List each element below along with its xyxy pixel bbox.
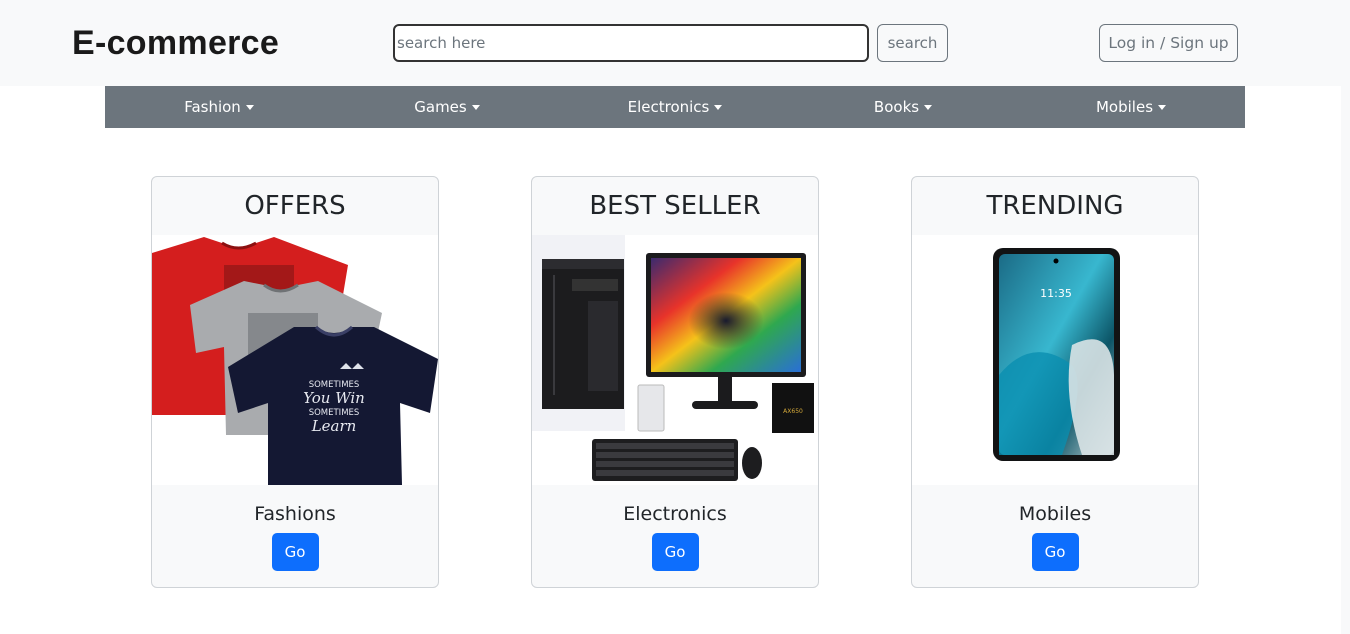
caret-down-icon <box>245 104 254 110</box>
card-label: Electronics <box>623 503 727 525</box>
caret-down-icon <box>714 104 723 110</box>
caret-down-icon <box>471 104 480 110</box>
computer-setup-image: AX650 <box>532 235 818 485</box>
category-dropdown-mobiles[interactable]: Mobiles <box>1017 86 1245 128</box>
caret-down-icon <box>1158 104 1167 110</box>
category-nav: Fashion Games Electronics Books Mobiles <box>105 86 1245 128</box>
category-dropdown-electronics[interactable]: Electronics <box>561 86 789 128</box>
brand-logo[interactable]: E-commerce <box>72 24 279 63</box>
card-title: OFFERS <box>244 191 346 221</box>
go-button[interactable]: Go <box>651 533 699 571</box>
offers-card: OFFERS SOMETIMES You Win SOMETIMES Learn… <box>151 176 439 588</box>
best-seller-card: BEST SELLER AX650 Electronics Go <box>531 176 819 588</box>
caret-down-icon <box>924 104 933 110</box>
category-label: Games <box>414 98 467 116</box>
trending-card: TRENDING 11:35 Mobiles Go <box>911 176 1199 588</box>
top-header: E-commerce search Log in / Sign up <box>0 0 1350 86</box>
login-signup-button[interactable]: Log in / Sign up <box>1099 24 1238 62</box>
tshirt-print-text: Learn <box>311 417 357 435</box>
phone-clock-text: 11:35 <box>1040 287 1072 300</box>
category-label: Mobiles <box>1095 98 1154 116</box>
search-button[interactable]: search <box>877 24 948 62</box>
category-label: Fashion <box>184 98 241 116</box>
category-label: Electronics <box>627 98 710 116</box>
card-label: Mobiles <box>1018 503 1092 525</box>
svg-text:AX650: AX650 <box>783 408 803 415</box>
category-dropdown-books[interactable]: Books <box>789 86 1017 128</box>
go-button[interactable]: Go <box>271 533 319 571</box>
search-input[interactable] <box>393 24 869 62</box>
category-label: Books <box>873 98 920 116</box>
tshirts-image: SOMETIMES You Win SOMETIMES Learn <box>152 235 438 485</box>
smartphone-image: 11:35 <box>912 235 1198 485</box>
page-edge <box>1341 86 1350 634</box>
go-button[interactable]: Go <box>1031 533 1079 571</box>
category-dropdown-fashion[interactable]: Fashion <box>105 86 333 128</box>
card-label: Fashions <box>254 503 336 525</box>
tshirt-print-text: You Win <box>303 389 365 407</box>
card-title: BEST SELLER <box>589 191 761 221</box>
category-dropdown-games[interactable]: Games <box>333 86 561 128</box>
card-title: TRENDING <box>986 191 1124 221</box>
